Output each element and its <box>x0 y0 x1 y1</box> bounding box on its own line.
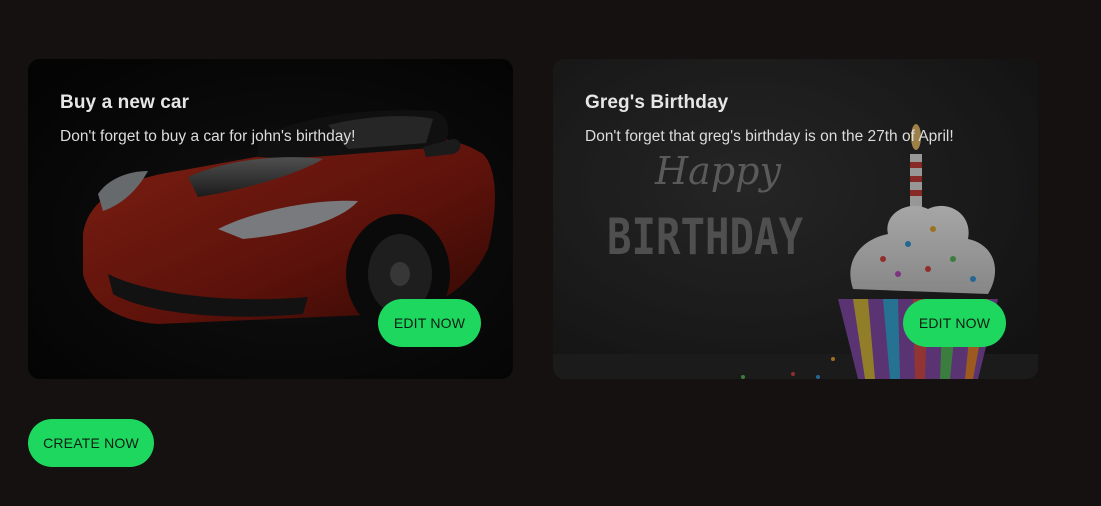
create-now-button[interactable]: CREATE NOW <box>28 419 154 467</box>
card-gregs-birthday: Happy BIRTHDAY Greg's Birthday Don't for… <box>553 59 1038 379</box>
card-title: Buy a new car <box>60 92 190 113</box>
card-title: Greg's Birthday <box>585 92 729 113</box>
edit-now-button[interactable]: EDIT NOW <box>903 299 1006 347</box>
page: Buy a new car Don't forget to buy a car … <box>0 0 1101 506</box>
card-description: Don't forget to buy a car for john's bir… <box>60 128 356 145</box>
card-description: Don't forget that greg's birthday is on … <box>585 128 954 145</box>
edit-now-button[interactable]: EDIT NOW <box>378 299 481 347</box>
card-buy-a-new-car: Buy a new car Don't forget to buy a car … <box>28 59 513 379</box>
